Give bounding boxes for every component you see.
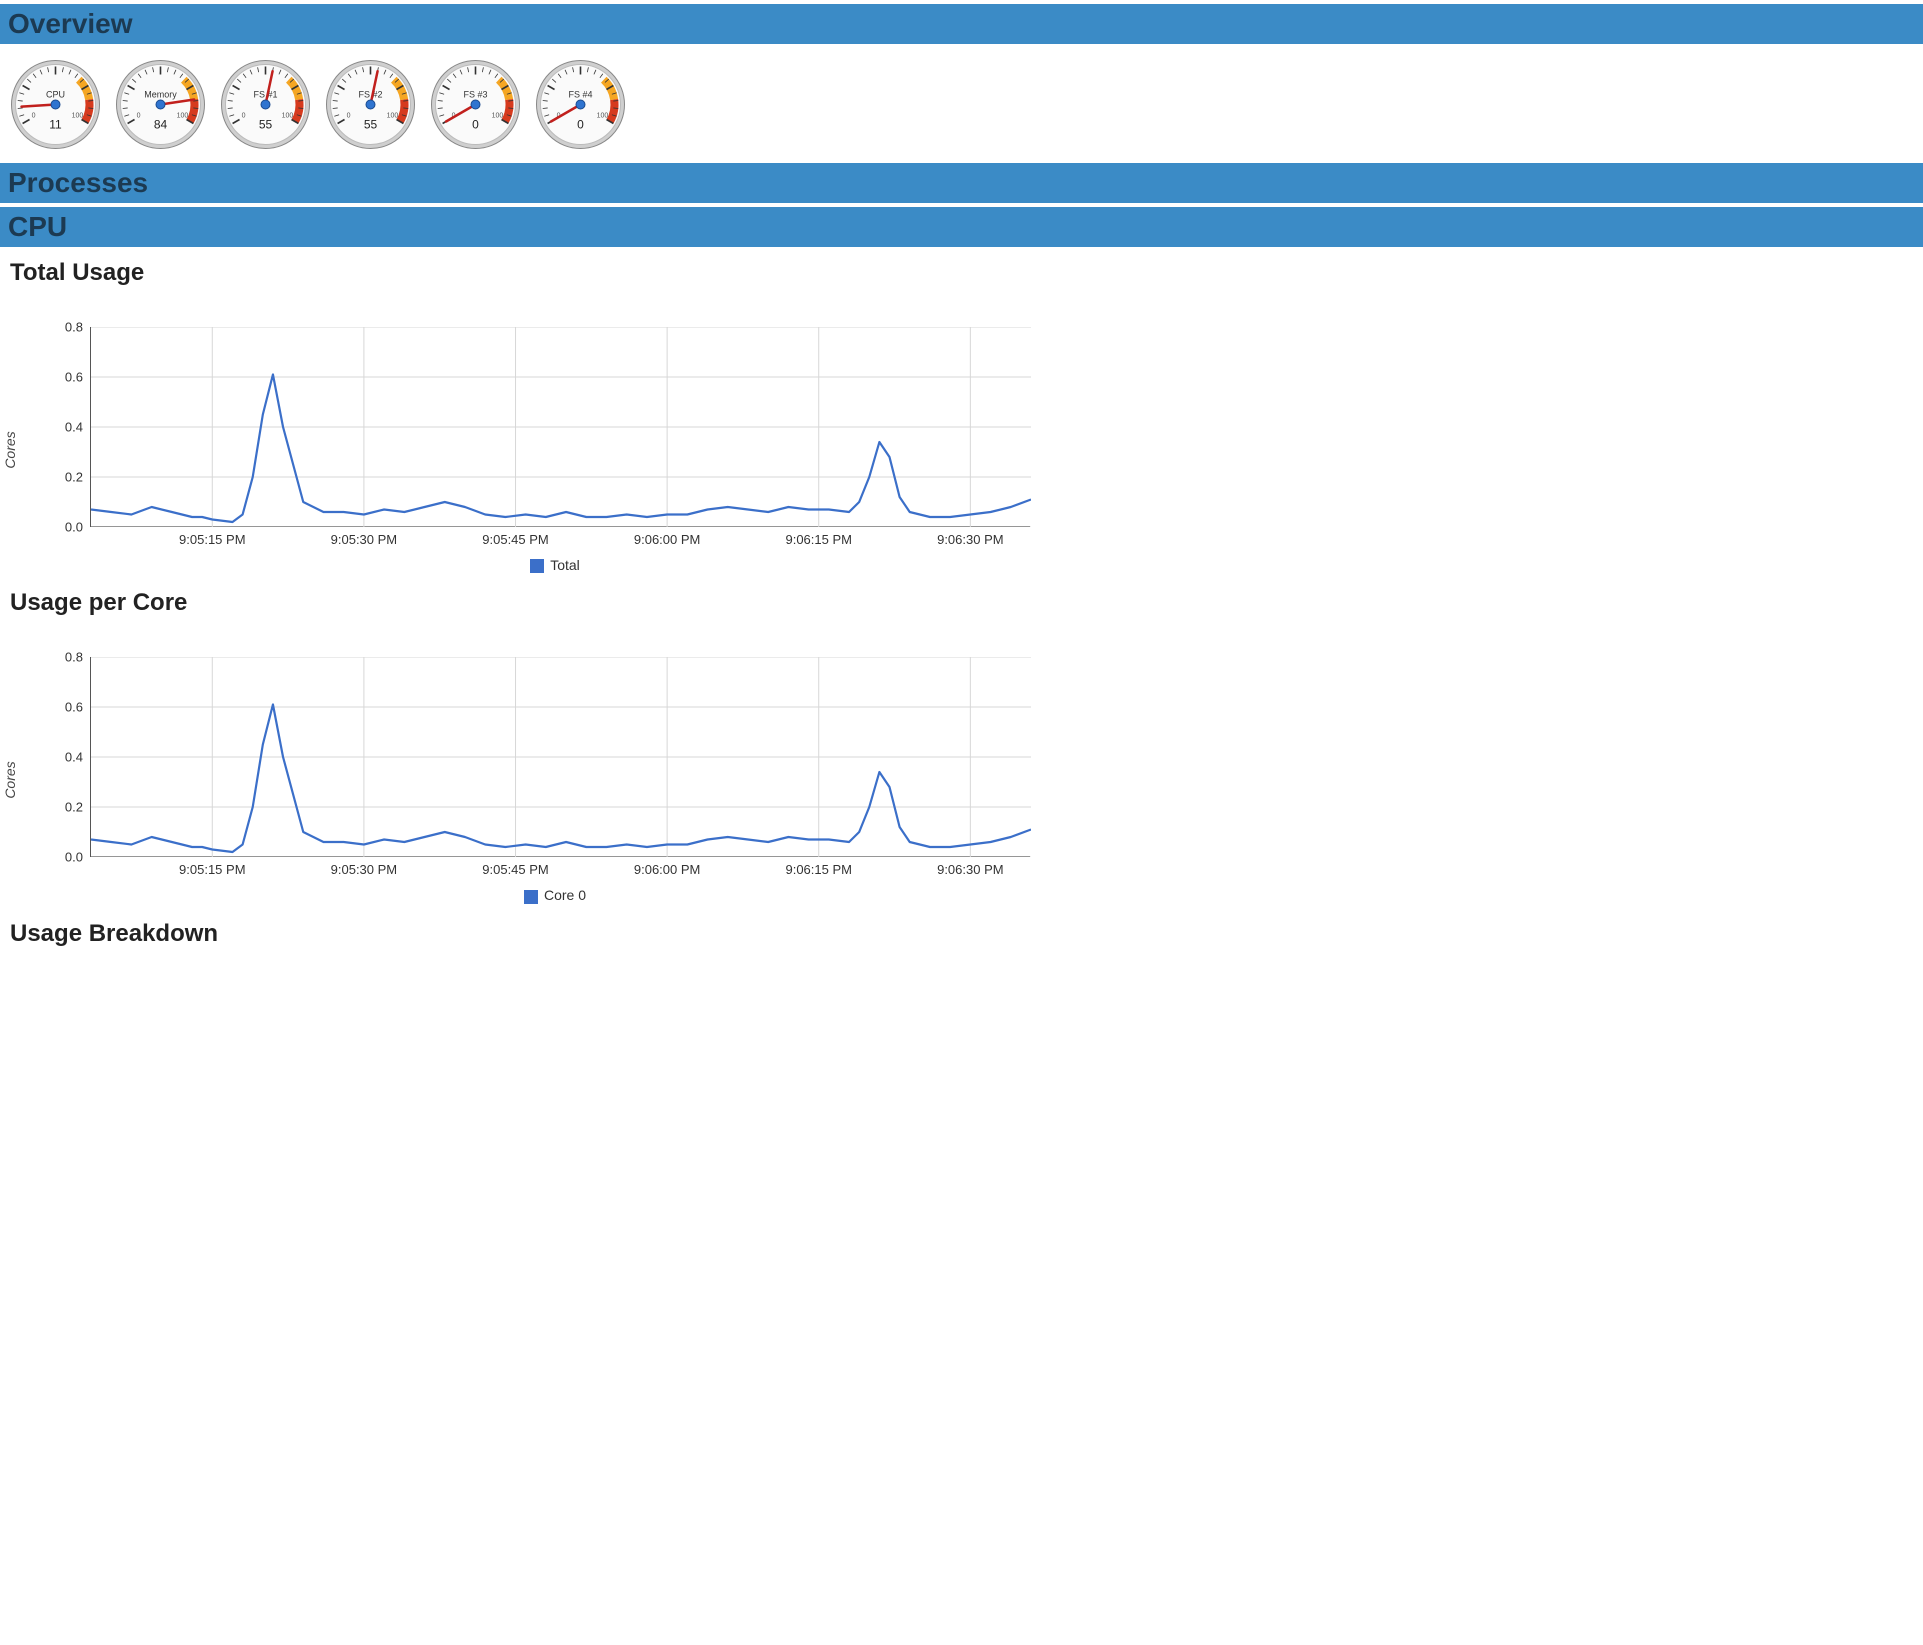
x-tick-label: 9:05:30 PM bbox=[331, 856, 398, 877]
y-tick-label: 0.2 bbox=[65, 470, 91, 485]
section-header-processes[interactable]: Processes bbox=[0, 163, 1923, 203]
section-header-overview-label: Overview bbox=[8, 8, 133, 39]
svg-text:0: 0 bbox=[32, 112, 36, 119]
gauge-icon: 0 100 Memory 84 bbox=[113, 54, 208, 149]
gauge-fs-2[interactable]: 0 100 FS #2 55 bbox=[323, 54, 418, 149]
heading-total-usage: Total Usage bbox=[0, 253, 1923, 287]
svg-text:100: 100 bbox=[72, 112, 84, 119]
x-tick-label: 9:05:30 PM bbox=[331, 526, 398, 547]
gauge-icon: 0 100 FS #1 55 bbox=[218, 54, 313, 149]
legend-swatch bbox=[524, 890, 538, 904]
chart-total-usage: Cores0.00.20.40.60.89:05:15 PM9:05:30 PM… bbox=[30, 327, 1080, 573]
gauge-label: FS #1 bbox=[253, 90, 277, 100]
gauge-cpu[interactable]: 0 100 CPU 11 bbox=[8, 54, 103, 149]
svg-text:100: 100 bbox=[282, 112, 294, 119]
x-tick-label: 9:06:15 PM bbox=[785, 526, 852, 547]
gauge-icon: 0 100 FS #3 0 bbox=[428, 54, 523, 149]
gauge-fs-3[interactable]: 0 100 FS #3 0 bbox=[428, 54, 523, 149]
gauge-value: 0 bbox=[577, 118, 584, 132]
gauges-row: 0 100 CPU 11 0 100 Memory 84 0 100 FS #1… bbox=[0, 44, 1923, 159]
chart-ylabel: Cores bbox=[2, 762, 18, 799]
gauge-label: CPU bbox=[46, 90, 65, 100]
chart-ylabel: Cores bbox=[2, 431, 18, 468]
gauge-label: FS #2 bbox=[358, 90, 382, 100]
gauge-label: FS #3 bbox=[463, 90, 487, 100]
svg-text:0: 0 bbox=[242, 112, 246, 119]
x-tick-label: 9:06:15 PM bbox=[785, 856, 852, 877]
x-tick-label: 9:05:45 PM bbox=[482, 526, 549, 547]
gauge-label: Memory bbox=[144, 90, 177, 100]
gauge-value: 55 bbox=[364, 118, 378, 132]
chart-usage-per-core: Cores0.00.20.40.60.89:05:15 PM9:05:30 PM… bbox=[30, 657, 1080, 903]
gauge-value: 84 bbox=[154, 118, 168, 132]
legend-label: Core 0 bbox=[544, 887, 586, 903]
svg-text:0: 0 bbox=[137, 112, 141, 119]
x-tick-label: 9:06:30 PM bbox=[937, 526, 1004, 547]
gauge-fs-4[interactable]: 0 100 FS #4 0 bbox=[533, 54, 628, 149]
gauge-value: 55 bbox=[259, 118, 273, 132]
svg-text:100: 100 bbox=[177, 112, 189, 119]
chart-line-core-0 bbox=[91, 705, 1031, 853]
y-tick-label: 0.6 bbox=[65, 370, 91, 385]
gauge-icon: 0 100 FS #4 0 bbox=[533, 54, 628, 149]
x-tick-label: 9:05:15 PM bbox=[179, 856, 246, 877]
section-header-cpu[interactable]: CPU bbox=[0, 207, 1923, 247]
x-tick-label: 9:05:45 PM bbox=[482, 856, 549, 877]
gauge-label: FS #4 bbox=[568, 90, 592, 100]
x-tick-label: 9:06:30 PM bbox=[937, 856, 1004, 877]
section-header-processes-label: Processes bbox=[8, 167, 148, 198]
y-tick-label: 0.0 bbox=[65, 850, 91, 865]
y-tick-label: 0.0 bbox=[65, 520, 91, 535]
heading-usage-breakdown: Usage Breakdown bbox=[0, 914, 1923, 948]
chart-legend: Total bbox=[30, 557, 1080, 573]
y-tick-label: 0.6 bbox=[65, 700, 91, 715]
legend-label: Total bbox=[550, 557, 580, 573]
gauge-value: 11 bbox=[49, 118, 62, 132]
gauge-icon: 0 100 FS #2 55 bbox=[323, 54, 418, 149]
x-tick-label: 9:05:15 PM bbox=[179, 526, 246, 547]
y-tick-label: 0.2 bbox=[65, 800, 91, 815]
section-header-cpu-label: CPU bbox=[8, 211, 67, 242]
svg-text:0: 0 bbox=[347, 112, 351, 119]
section-header-overview[interactable]: Overview bbox=[0, 4, 1923, 44]
y-tick-label: 0.8 bbox=[65, 650, 91, 665]
gauge-value: 0 bbox=[472, 118, 479, 132]
gauge-icon: 0 100 CPU 11 bbox=[8, 54, 103, 149]
heading-usage-per-core: Usage per Core bbox=[0, 583, 1923, 617]
gauge-memory[interactable]: 0 100 Memory 84 bbox=[113, 54, 208, 149]
y-tick-label: 0.4 bbox=[65, 420, 91, 435]
legend-swatch bbox=[530, 559, 544, 573]
chart-legend: Core 0 bbox=[30, 887, 1080, 903]
x-tick-label: 9:06:00 PM bbox=[634, 526, 701, 547]
x-tick-label: 9:06:00 PM bbox=[634, 856, 701, 877]
gauge-fs-1[interactable]: 0 100 FS #1 55 bbox=[218, 54, 313, 149]
svg-text:100: 100 bbox=[387, 112, 399, 119]
svg-text:100: 100 bbox=[492, 112, 504, 119]
y-tick-label: 0.8 bbox=[65, 320, 91, 335]
chart-line-total bbox=[91, 375, 1031, 523]
y-tick-label: 0.4 bbox=[65, 750, 91, 765]
svg-text:100: 100 bbox=[597, 112, 609, 119]
